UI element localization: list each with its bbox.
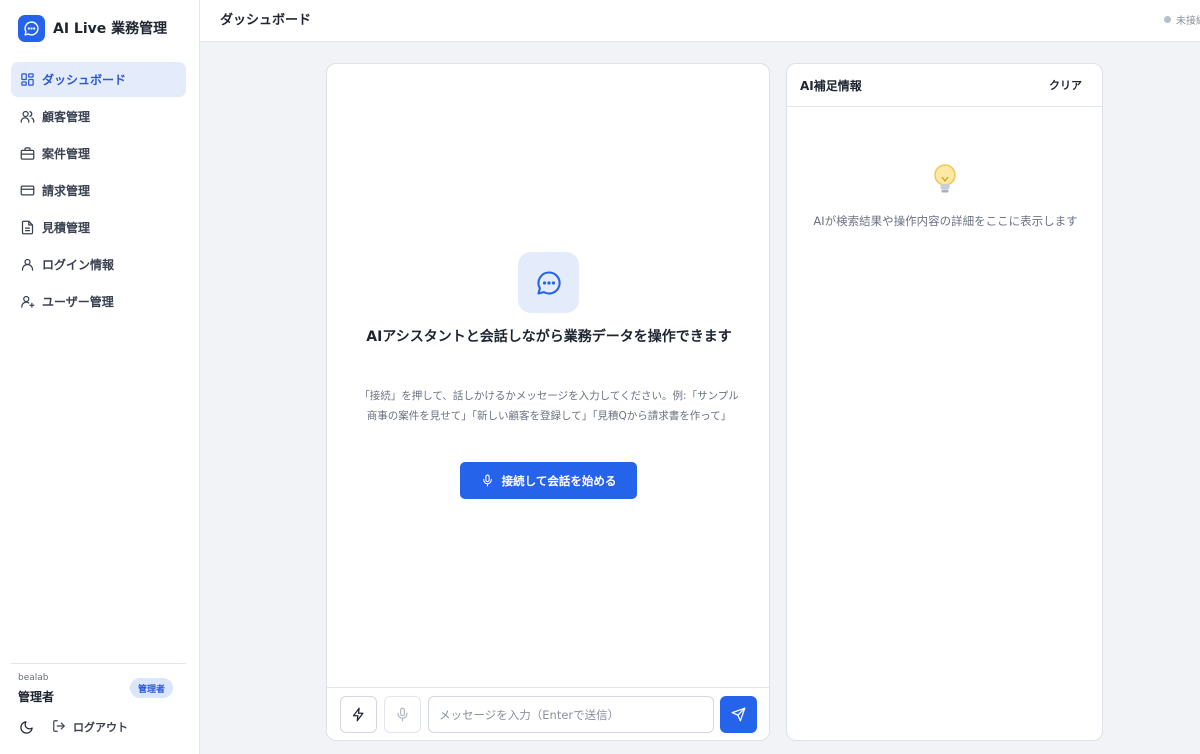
message-input[interactable] [428,696,714,733]
user-name: 管理者 [18,690,55,704]
chat-panel: AIアシスタントと会話しながら業務データを操作できます 「接続」を押して、話しか… [326,63,770,741]
chat-input-bar [327,687,769,740]
logout-icon [52,718,66,737]
dark-mode-toggle[interactable] [17,718,35,736]
microphone-icon [482,474,492,487]
connect-start-label: 接続して会話を始める [501,475,617,488]
sidebar-item-label: ダッシュボード [42,73,127,87]
chat-empty-description: 「接続」を押して、話しかけるかメッセージを入力してください。例:「サンプル商事の… [359,390,739,422]
users-icon [19,109,35,125]
role-badge: 管理者 [130,678,174,698]
quick-action-button[interactable] [340,696,377,733]
sidebar-item-user-management[interactable]: ユーザー管理 [11,284,186,319]
ai-info-title: AI補足情報 [800,79,862,93]
logout-label: ログアウト [73,721,128,734]
dashboard-grid-icon [19,72,35,88]
chat-bubble-icon [518,252,579,313]
sidebar-item-label: ログイン情報 [42,258,115,272]
top-header: ダッシュボード 未接続 [200,0,1200,42]
send-icon [731,707,746,722]
connection-status: 未接続 [1164,12,1200,27]
sidebar-item-label: 案件管理 [42,147,91,161]
chat-bubble-logo-icon [18,14,45,42]
sidebar-item-label: 請求管理 [42,184,91,198]
sidebar-item-label: ユーザー管理 [42,295,114,309]
send-button[interactable] [720,696,757,733]
connection-status-text: 未接続 [1176,16,1200,27]
logout-button[interactable]: ログアウト [52,717,128,737]
sidebar-item-label: 顧客管理 [42,110,91,124]
briefcase-icon [19,146,35,162]
sidebar-item-customers[interactable]: 顧客管理 [11,99,186,134]
user-icon [19,257,35,273]
lightning-bolt-icon [352,707,364,722]
brand[interactable]: AI Live 業務管理 [18,14,167,42]
ai-info-panel: AI補足情報 クリア AIが検索結果や操作内容の詳細をここに表示します [786,63,1103,741]
document-icon [19,220,35,236]
clear-button[interactable]: クリア [1049,77,1082,93]
sidebar-item-projects[interactable]: 案件管理 [11,136,186,171]
sidebar-item-dashboard[interactable]: ダッシュボード [11,62,186,97]
voice-input-button[interactable] [384,696,421,733]
user-plus-icon [19,294,35,310]
sidebar-item-billing[interactable]: 請求管理 [11,173,186,208]
moon-icon [19,720,33,734]
sidebar-item-login-info[interactable]: ログイン情報 [11,247,186,282]
chat-empty-title: AIアシスタントと会話しながら業務データを操作できます [366,329,732,345]
sidebar-item-estimates[interactable]: 見積管理 [11,210,186,245]
sidebar-item-label: 見積管理 [42,221,91,235]
status-dot-icon [1164,16,1171,23]
page-title: ダッシュボード [220,13,312,28]
app-title: AI Live 業務管理 [53,21,168,37]
ai-info-header: AI補足情報 クリア [787,64,1102,107]
connect-start-button[interactable]: 接続して会話を始める [460,462,637,499]
lightbulb-icon [932,163,958,197]
credit-card-icon [19,183,35,199]
sidebar: AI Live 業務管理 ダッシュボード 顧客管理 案件管理 請求管理 見積管理… [0,0,200,754]
sidebar-nav: ダッシュボード 顧客管理 案件管理 請求管理 見積管理 ログイン情報 ユーザー管… [11,62,186,321]
user-organization: bealab [18,673,49,683]
ai-info-empty-text: AIが検索結果や操作内容の詳細をここに表示します [813,214,1078,228]
microphone-icon [397,707,408,722]
sidebar-divider [11,663,186,664]
